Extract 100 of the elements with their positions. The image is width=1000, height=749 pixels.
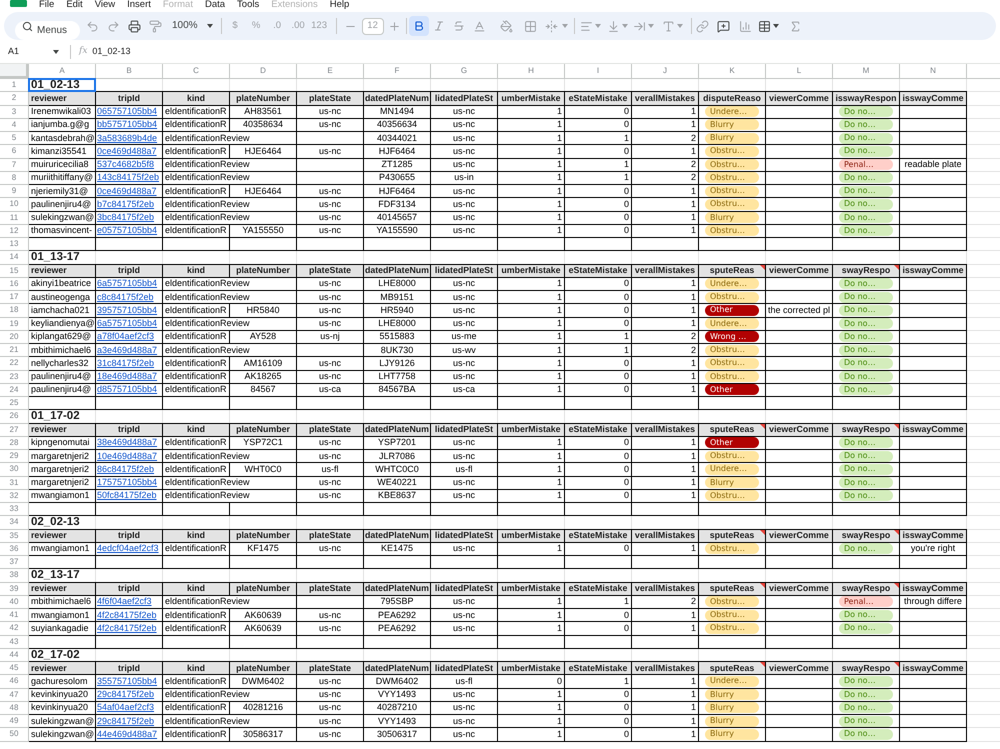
dispute-reason-tag[interactable]: Blurry [705, 689, 759, 700]
trip-id-link[interactable]: 4f6f04aef2cf3 [97, 597, 152, 606]
response-tag[interactable]: Do no… [839, 344, 893, 356]
trip-id-link[interactable]: 50fc84175f2eb [97, 491, 157, 500]
row-number[interactable]: 18 [0, 304, 29, 318]
row-number[interactable]: 37 [0, 556, 29, 570]
row-number[interactable]: 36 [0, 542, 29, 556]
response-tag[interactable]: Do no… [839, 292, 893, 303]
trip-id-link[interactable]: bb5757105bb4 [97, 120, 158, 130]
row-number[interactable]: 35 [0, 530, 29, 543]
response-tag[interactable]: Do no… [839, 610, 893, 621]
dispute-reason-tag[interactable]: Obstru… [705, 450, 759, 462]
row-number[interactable]: 10 [0, 198, 29, 212]
column-letter[interactable]: L [766, 64, 833, 79]
response-tag[interactable]: Do no… [839, 450, 893, 462]
row-number[interactable]: 44 [0, 648, 29, 662]
dispute-reason-tag[interactable]: Obstru… [705, 610, 759, 621]
trip-id-link[interactable]: 0ce469d488a7 [97, 146, 157, 156]
row-number[interactable]: 9 [0, 185, 29, 198]
caret-icon[interactable] [53, 50, 59, 54]
row-number[interactable]: 38 [0, 569, 29, 582]
inward-arrows-icon[interactable] [544, 20, 558, 32]
dispute-reason-tag[interactable]: Obstru… [705, 159, 759, 170]
dispute-reason-tag[interactable]: Blurry [705, 716, 759, 727]
trip-id-link[interactable]: 29c84175f2eb [97, 690, 154, 700]
dispute-reason-tag[interactable]: Blurry [705, 702, 759, 714]
trip-id-link[interactable]: 355757105bb4 [97, 676, 158, 686]
trip-id-link[interactable]: 4f2c84175f2eb [97, 610, 157, 620]
dispute-reason-tag[interactable]: Other [705, 304, 759, 316]
column-letter[interactable]: D [230, 64, 297, 79]
column-letter[interactable]: J [632, 64, 699, 79]
row-number[interactable]: 33 [0, 503, 29, 516]
row-number[interactable]: 28 [0, 436, 29, 450]
zoom-select[interactable]: 100% [172, 16, 213, 36]
dispute-reason-tag[interactable]: Obstru… [705, 225, 759, 236]
chart-icon[interactable] [738, 20, 752, 32]
trip-id-link[interactable]: 86c84175f2eb [97, 464, 154, 474]
trip-id-link[interactable]: c8c84175f2eb [97, 292, 154, 302]
trip-id-link[interactable]: b7c84175f2eb [97, 200, 154, 209]
row-number[interactable]: 2 [0, 92, 29, 106]
formula-field[interactable]: 01_02-13 [92, 42, 1000, 60]
response-tag[interactable]: Do no… [839, 622, 893, 634]
response-tag[interactable]: Do no… [839, 106, 893, 118]
response-tag[interactable]: Do no… [839, 490, 893, 502]
paint-roller-icon[interactable] [149, 20, 162, 32]
link-icon[interactable] [696, 20, 709, 32]
trip-id-link[interactable]: 4edcf04aef2cf3 [97, 544, 159, 554]
column-letter[interactable]: H [498, 64, 565, 79]
response-tag[interactable]: Do no… [839, 198, 893, 210]
row-number[interactable]: 32 [0, 490, 29, 503]
trip-id-link[interactable]: 6a5757105bb4 [97, 279, 158, 288]
letter-t-icon[interactable] [662, 20, 676, 32]
row-number[interactable]: 21 [0, 344, 29, 358]
name-box-field[interactable]: A1 [4, 42, 62, 60]
bold-button[interactable] [408, 16, 429, 36]
dispute-reason-tag[interactable]: Undere… [705, 106, 759, 118]
dispute-reason-tag[interactable]: Obstru… [705, 292, 759, 303]
row-number[interactable]: 22 [0, 357, 29, 370]
trip-id-link[interactable]: a78f04aef2cf3 [97, 332, 154, 342]
plus-icon[interactable] [388, 20, 401, 32]
row-number[interactable]: 5 [0, 132, 29, 146]
response-tag[interactable]: Do no… [839, 437, 893, 448]
dispute-reason-tag[interactable]: Undere… [705, 464, 759, 475]
dispute-reason-tag[interactable]: Obstru… [705, 198, 759, 210]
logo-icon[interactable] [10, 0, 27, 7]
arrow-to-line-icon[interactable] [607, 20, 620, 32]
row-number[interactable]: 11 [0, 212, 29, 225]
row-number[interactable]: 31 [0, 476, 29, 490]
trip-id-link[interactable]: 44e469d488a7 [97, 730, 158, 739]
menu-item[interactable]: Insert [127, 0, 151, 10]
row-number[interactable]: 6 [0, 145, 29, 158]
row-number[interactable]: 45 [0, 662, 29, 676]
column-letter[interactable]: E [297, 64, 364, 79]
printer-icon[interactable] [128, 20, 141, 32]
response-tag[interactable]: Do no… [839, 186, 893, 197]
row-number[interactable]: 8 [0, 172, 29, 185]
arrow-right-line-icon[interactable] [633, 20, 646, 32]
column-letter[interactable]: F [364, 64, 431, 79]
undo-icon[interactable] [86, 20, 99, 32]
trip-id-link[interactable]: 54af04aef2cf3 [97, 703, 154, 712]
row-number[interactable]: 19 [0, 318, 29, 331]
column-letter[interactable]: C [163, 64, 230, 79]
menu-item[interactable]: View [94, 0, 116, 10]
dispute-reason-tag[interactable]: Blurry [705, 132, 759, 144]
text-color-icon[interactable] [472, 20, 486, 32]
row-number[interactable]: 12 [0, 224, 29, 238]
select-all-corner[interactable] [0, 64, 29, 79]
row-number[interactable]: 26 [0, 410, 29, 424]
response-tag[interactable]: Do no… [839, 371, 893, 382]
response-tag[interactable]: Do no… [839, 119, 893, 130]
row-number[interactable]: 39 [0, 582, 29, 596]
caret-icon[interactable] [772, 24, 779, 28]
trip-id-link[interactable]: 3a583689b4de [97, 134, 158, 143]
menu-item[interactable]: Data [204, 0, 226, 10]
dispute-reason-tag[interactable]: Other [705, 384, 759, 396]
trip-id-link[interactable]: a3e469d488a7 [97, 346, 158, 355]
row-number[interactable]: 43 [0, 636, 29, 649]
column-letter[interactable]: N [900, 64, 967, 79]
trip-id-link[interactable]: 38e469d488a7 [97, 438, 158, 448]
response-tag[interactable]: Do no… [839, 728, 893, 740]
